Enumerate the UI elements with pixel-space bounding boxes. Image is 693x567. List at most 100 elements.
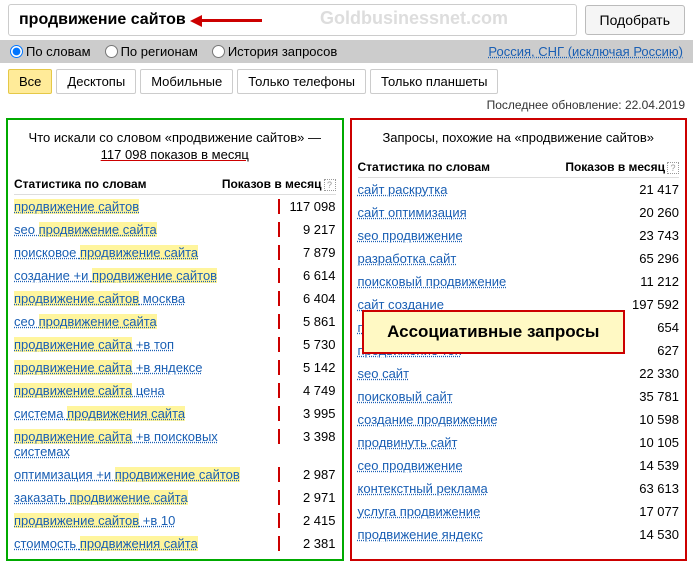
radio-history[interactable]: История запросов — [212, 44, 338, 59]
help-icon[interactable]: ? — [324, 179, 336, 191]
impressions: 627 — [649, 343, 679, 358]
keyword-link[interactable]: оптимизация +и продвижение сайтов — [14, 467, 240, 482]
submit-button[interactable]: Подобрать — [585, 5, 686, 35]
keyword-link[interactable]: продвижение яндекс — [358, 527, 484, 542]
table-row: продвижение яндекс 14 530 — [358, 523, 680, 546]
table-row: сайт раскрутка21 417 — [358, 178, 680, 201]
tab-tablets[interactable]: Только планшеты — [370, 69, 498, 94]
impressions: 10 598 — [631, 412, 679, 427]
keyword-link[interactable]: поисковое продвижение сайта — [14, 245, 198, 260]
table-row: продвижение сайтов +в 102 415 — [14, 509, 336, 532]
keyword-link[interactable]: сео продвижение сайта — [14, 314, 157, 329]
keyword-link[interactable]: seo сайт — [358, 366, 410, 381]
table-row: создание продвижение 10 598 — [358, 408, 680, 431]
help-icon[interactable]: ? — [667, 162, 679, 174]
keyword-link[interactable]: seo продвижение — [358, 228, 463, 243]
impressions: 3 995 — [278, 406, 336, 421]
impressions: 4 749 — [278, 383, 336, 398]
table-row: продвижение сайтов москва 6 404 — [14, 287, 336, 310]
impressions: 17 077 — [631, 504, 679, 519]
keyword-link[interactable]: создание продвижение — [358, 412, 498, 427]
keyword-link[interactable]: продвижение сайта +в поисковых системах — [14, 429, 274, 459]
table-row: система продвижения сайта 3 995 — [14, 402, 336, 425]
impressions: 20 260 — [631, 205, 679, 220]
table-row: seo продвижение сайта 9 217 — [14, 218, 336, 241]
table-row: продвижение сайтов 117 098 — [14, 195, 336, 218]
table-row: сайт оптимизация 20 260 — [358, 201, 680, 224]
keyword-link[interactable]: сео продвижение — [358, 458, 463, 473]
impressions: 6 404 — [278, 291, 336, 306]
col-count: Показов в месяц? — [222, 177, 336, 191]
keyword-link[interactable]: продвижение сайта +в яндексе — [14, 360, 203, 375]
panel-title: Что искали со словом «продвижение сайтов… — [14, 124, 336, 174]
table-row: услуга продвижение 17 077 — [358, 500, 680, 523]
keyword-link[interactable]: продвинуть сайт — [358, 435, 458, 450]
table-row: продвижение сайта +в поисковых системах 3… — [14, 425, 336, 463]
impressions: 7 879 — [278, 245, 336, 260]
tab-all[interactable]: Все — [8, 69, 52, 94]
keyword-link[interactable]: seo продвижение сайта — [14, 222, 157, 237]
table-row: продвижение сайта цена 4 749 — [14, 379, 336, 402]
table-row: seo сайт22 330 — [358, 362, 680, 385]
keyword-link[interactable]: поисковый сайт — [358, 389, 453, 404]
keyword-link[interactable]: создание +и продвижение сайтов — [14, 268, 217, 283]
impressions: 11 212 — [632, 274, 679, 289]
impressions: 14 539 — [631, 458, 679, 473]
keyword-link[interactable]: продвижение сайтов +в 10 — [14, 513, 175, 528]
panel-similar: Запросы, похожие на «продвижение сайтов»… — [350, 118, 688, 561]
keyword-link[interactable]: продвижение сайта +в топ — [14, 337, 174, 352]
keyword-link[interactable]: система продвижения сайта — [14, 406, 185, 421]
impressions: 9 217 — [278, 222, 336, 237]
impressions: 5 142 — [278, 360, 336, 375]
keyword-link[interactable]: разработка сайт — [358, 251, 457, 266]
search-input[interactable] — [8, 4, 577, 36]
panel-title: Запросы, похожие на «продвижение сайтов» — [358, 124, 680, 157]
keyword-link[interactable]: продвижение сайтов москва — [14, 291, 185, 306]
panel-searched-with: Что искали со словом «продвижение сайтов… — [6, 118, 344, 561]
impressions: 6 614 — [278, 268, 336, 283]
tab-desktops[interactable]: Десктопы — [56, 69, 136, 94]
keyword-link[interactable]: поисковый продвижение — [358, 274, 507, 289]
impressions: 2 971 — [278, 490, 336, 505]
impressions: 5 861 — [278, 314, 336, 329]
tab-mobile[interactable]: Мобильные — [140, 69, 233, 94]
table-row: поисковое продвижение сайта 7 879 — [14, 241, 336, 264]
impressions: 3 398 — [278, 429, 336, 444]
impressions: 5 730 — [278, 337, 336, 352]
impressions: 35 781 — [631, 389, 679, 404]
table-row: стоимость продвижения сайта 2 381 — [14, 532, 336, 555]
radio-by-words[interactable]: По словам — [10, 44, 91, 59]
keyword-link[interactable]: сайт раскрутка — [358, 182, 448, 197]
impressions: 197 592 — [624, 297, 679, 312]
col-count: Показов в месяц? — [565, 160, 679, 174]
keyword-link[interactable]: продвижение сайтов — [14, 199, 139, 214]
impressions: 65 296 — [631, 251, 679, 266]
keyword-link[interactable]: продвижение сайта цена — [14, 383, 165, 398]
table-row: заказать продвижение сайта 2 971 — [14, 486, 336, 509]
keyword-link[interactable]: заказать продвижение сайта — [14, 490, 188, 505]
keyword-link[interactable]: сайт оптимизация — [358, 205, 467, 220]
table-row: продвинуть сайт 10 105 — [358, 431, 680, 454]
tab-phones[interactable]: Только телефоны — [237, 69, 366, 94]
table-row: создание +и продвижение сайтов 6 614 — [14, 264, 336, 287]
radio-by-regions[interactable]: По регионам — [105, 44, 198, 59]
table-row: разработка сайт 65 296 — [358, 247, 680, 270]
impressions: 23 743 — [631, 228, 679, 243]
table-row: сео продвижение 14 539 — [358, 454, 680, 477]
table-row: оптимизация +и продвижение сайтов2 987 — [14, 463, 336, 486]
table-row: сео продвижение сайта 5 861 — [14, 310, 336, 333]
impressions: 117 098 — [278, 199, 336, 214]
keyword-link[interactable]: услуга продвижение — [358, 504, 481, 519]
impressions: 2 381 — [278, 536, 336, 551]
region-link[interactable]: Россия, СНГ (исключая Россию) — [488, 44, 683, 59]
impressions: 654 — [649, 320, 679, 335]
impressions: 10 105 — [631, 435, 679, 450]
impressions: 63 613 — [631, 481, 679, 496]
table-row: поисковый продвижение 11 212 — [358, 270, 680, 293]
table-row: продвижение сайта +в топ 5 730 — [14, 333, 336, 356]
keyword-link[interactable]: стоимость продвижения сайта — [14, 536, 198, 551]
impressions: 14 530 — [631, 527, 679, 542]
table-row: контекстный реклама 63 613 — [358, 477, 680, 500]
keyword-link[interactable]: контекстный реклама — [358, 481, 488, 496]
col-stat: Статистика по словам — [14, 177, 147, 191]
